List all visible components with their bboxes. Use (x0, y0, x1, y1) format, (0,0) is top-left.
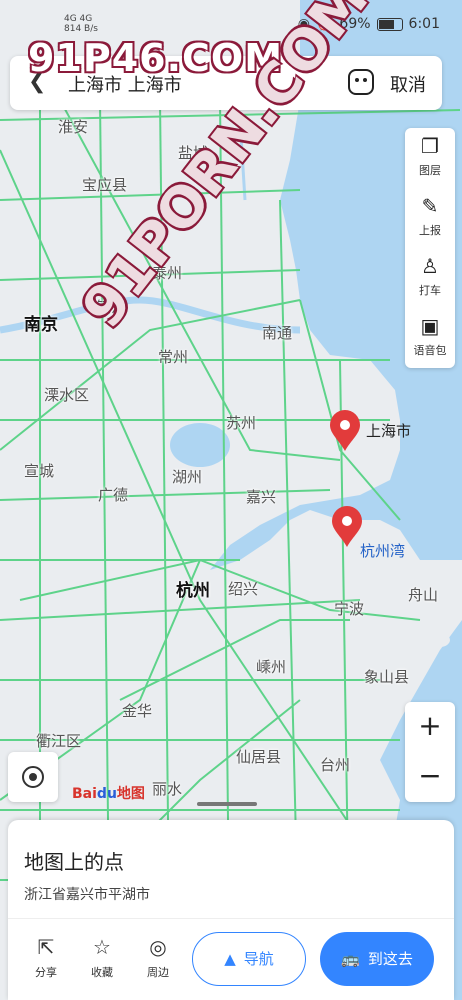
divider (8, 918, 454, 919)
compass-icon: ◎ (149, 935, 167, 959)
star-icon: ☆ (93, 935, 111, 959)
watermark-top: 91P46.COM (28, 36, 284, 80)
voice-pack-icon: ▣ (420, 314, 440, 338)
robot-assistant-icon[interactable] (348, 69, 374, 95)
baidu-map-logo: Baidu地图 (72, 783, 145, 803)
nearby-label: 周边 (147, 966, 169, 979)
zoom-control: + − (405, 702, 455, 802)
share-label: 分享 (35, 966, 57, 979)
favorite-label: 收藏 (91, 966, 113, 979)
share-button[interactable]: ⇱ 分享 (26, 936, 66, 980)
layers-icon: ❐ (421, 134, 439, 158)
city-label[interactable]: 宁波 (334, 598, 364, 619)
map-pin-icon (332, 506, 362, 547)
city-label[interactable]: 嵊州 (256, 656, 286, 677)
place-detail-sheet: 地图上的点 浙江省嘉兴市平湖市 ⇱ 分享 ☆ 收藏 ◎ 周边 ▲ 导航 🚌 到这去 (8, 820, 454, 1000)
favorite-button[interactable]: ☆ 收藏 (82, 936, 122, 980)
battery-icon (376, 17, 403, 31)
taxi-label: 打车 (419, 284, 441, 297)
city-label[interactable]: 台州 (320, 754, 350, 775)
city-label[interactable]: 象山县 (364, 666, 409, 687)
logo-map: 地图 (116, 786, 145, 802)
navigation-arrow-icon: ▲ (224, 950, 236, 968)
place-title: 地图上的点 (24, 850, 124, 874)
zoom-in-button[interactable]: + (405, 702, 455, 752)
layers-button[interactable]: ❐ 图层 (405, 128, 455, 188)
city-label[interactable]: 湖州 (172, 466, 202, 487)
city-label[interactable]: 仙居县 (236, 746, 281, 767)
city-label[interactable]: 绍兴 (228, 578, 258, 599)
marker-label: 上海市 (366, 422, 412, 440)
place-address: 浙江省嘉兴市平湖市 (24, 887, 150, 903)
city-label[interactable]: 宝应县 (82, 174, 127, 195)
go-here-button[interactable]: 🚌 到这去 (320, 932, 434, 986)
speed-text: 814 B/s (64, 24, 98, 34)
voice-pack-button[interactable]: ▣ 语音包 (405, 308, 455, 368)
layers-label: 图层 (419, 164, 441, 177)
report-button[interactable]: ✎ 上报 (405, 188, 455, 248)
bus-icon: 🚌 (341, 950, 360, 968)
taxi-button[interactable]: ♙ 打车 (405, 248, 455, 308)
city-label[interactable]: 金华 (122, 700, 152, 721)
clock: 6:01 (408, 16, 440, 32)
sheet-drag-handle[interactable] (197, 802, 257, 806)
city-label[interactable]: 淮安 (58, 116, 88, 137)
navigate-button[interactable]: ▲ 导航 (192, 932, 306, 986)
marker-shanghai[interactable]: 上海市 (328, 410, 411, 456)
map-tool-panel: ❐ 图层 ✎ 上报 ♙ 打车 ▣ 语音包 (405, 128, 455, 368)
locate-button[interactable] (8, 752, 58, 802)
city-label[interactable]: 常州 (158, 346, 188, 367)
report-icon: ✎ (421, 194, 439, 218)
city-label[interactable]: 嘉兴 (246, 486, 276, 507)
city-label[interactable]: 杭州 (176, 576, 210, 601)
city-label[interactable]: 苏州 (226, 412, 256, 433)
marker-hangzhou-bay[interactable]: 杭州湾 (330, 506, 405, 560)
zoom-out-button[interactable]: − (405, 752, 455, 802)
city-label[interactable]: 宣城 (24, 460, 54, 481)
logo-bai: Bai (72, 786, 97, 802)
signal-text: 4G 4G (64, 14, 93, 24)
share-icon: ⇱ (37, 935, 55, 959)
map-pin-icon (330, 410, 360, 451)
taxi-icon: ♙ (421, 254, 439, 278)
voice-pack-label: 语音包 (413, 344, 447, 357)
city-label[interactable]: 舟山 (408, 584, 438, 605)
report-label: 上报 (419, 224, 441, 237)
cancel-button[interactable]: 取消 (390, 71, 426, 97)
logo-du: du (96, 786, 117, 802)
go-here-label: 到这去 (367, 950, 413, 968)
city-label[interactable]: 南通 (262, 322, 292, 343)
city-label[interactable]: 溧水区 (44, 384, 89, 405)
city-label[interactable]: 丽水 (152, 778, 182, 799)
nearby-button[interactable]: ◎ 周边 (138, 936, 178, 980)
network-status: 4G 4G 814 B/s (64, 14, 98, 34)
city-label[interactable]: 南京 (24, 310, 58, 335)
marker-label: 杭州湾 (360, 542, 406, 560)
city-label[interactable]: 衢江区 (36, 730, 81, 751)
city-label[interactable]: 广德 (98, 484, 128, 505)
navigate-label: 导航 (243, 950, 274, 968)
